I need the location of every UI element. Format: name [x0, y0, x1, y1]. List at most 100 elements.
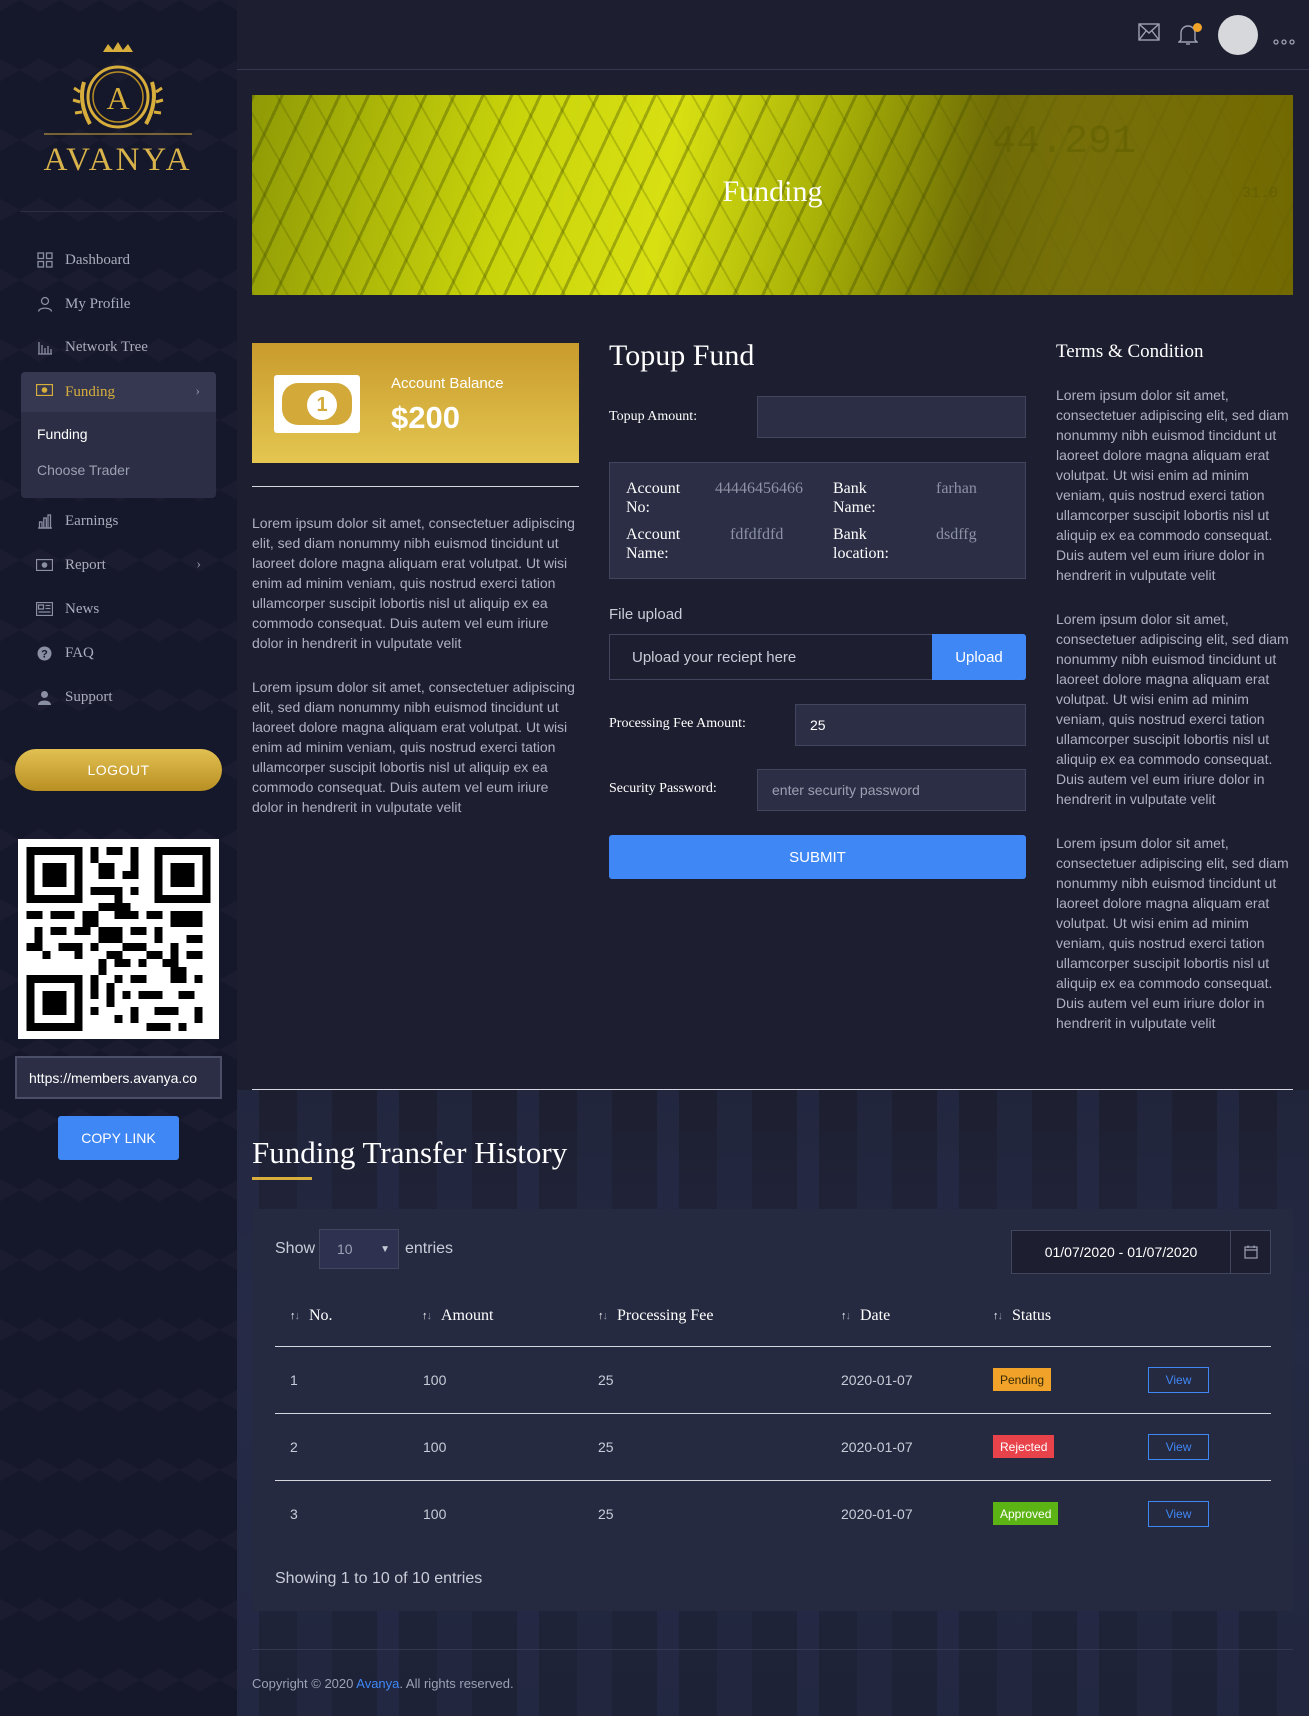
sidebar-item-label: FAQ	[65, 644, 94, 661]
bank-location-label: Bank location:	[833, 526, 889, 562]
status-badge-pending: Pending	[993, 1368, 1052, 1391]
topup-title: Topup Fund	[609, 339, 755, 372]
view-button[interactable]: View	[1148, 1434, 1209, 1460]
sort-icon: ↑↓	[598, 1310, 608, 1322]
banknote-icon: 1	[274, 375, 360, 433]
bank-details-box: Account No: 44446456466 Bank Name: farha…	[609, 462, 1026, 579]
sidebar-subitem-choose-trader[interactable]: Choose Trader	[37, 462, 130, 478]
account-balance-card: 1 Account Balance $200	[252, 343, 579, 463]
footer-copyright: Copyright © 2020	[252, 1676, 357, 1691]
sidebar-item-faq[interactable]: ? FAQ	[36, 642, 94, 664]
processing-fee-label: Processing Fee Amount:	[609, 716, 746, 731]
account-no-value: 44446456466	[715, 480, 803, 497]
sidebar-item-label: Support	[65, 688, 113, 705]
bank-name-value: farhan	[936, 480, 977, 497]
mail-icon[interactable]	[1138, 23, 1162, 47]
topup-amount-input[interactable]	[757, 396, 1026, 438]
user-icon	[36, 296, 53, 313]
logout-button[interactable]: LOGOUT	[15, 749, 222, 791]
cell-date: 2020-01-07	[841, 1439, 913, 1455]
sidebar-subitem-funding[interactable]: Funding	[37, 426, 88, 442]
cell-no: 3	[290, 1506, 298, 1522]
info-paragraph: Lorem ipsum dolor sit amet, consectetuer…	[252, 679, 575, 815]
security-password-input[interactable]: enter security password	[757, 769, 1026, 811]
terms-paragraph: Lorem ipsum dolor sit amet, consectetuer…	[1056, 387, 1289, 583]
topup-amount-label: Topup Amount:	[609, 409, 698, 424]
table-info: Showing 1 to 10 of 10 entries	[275, 1570, 483, 1587]
copy-link-button[interactable]: COPY LINK	[58, 1116, 179, 1160]
chevron-right-icon: ›	[196, 557, 201, 572]
column-header-no[interactable]: ↑↓ No.	[290, 1307, 333, 1325]
view-button[interactable]: View	[1148, 1367, 1209, 1393]
account-name-value: fdfdfdfd	[730, 526, 784, 543]
upload-button[interactable]: Upload	[932, 634, 1026, 680]
row-divider	[275, 1413, 1271, 1414]
qr-code-icon	[18, 839, 219, 1039]
info-paragraph: Lorem ipsum dolor sit amet, consectetuer…	[252, 515, 575, 651]
report-icon	[36, 557, 53, 574]
sidebar-item-label: My Profile	[65, 295, 131, 312]
logo-letter: A	[106, 80, 129, 116]
support-icon	[36, 689, 53, 706]
caret-down-icon: ▼	[380, 1243, 390, 1255]
sidebar-item-label: Dashboard	[65, 251, 130, 268]
terms-title: Terms & Condition	[1056, 341, 1204, 362]
footer-brand-link[interactable]: Avanya	[356, 1676, 399, 1691]
title-underline	[252, 1177, 312, 1180]
cell-no: 1	[290, 1372, 298, 1388]
banner-bg-number: 44.291	[992, 120, 1137, 165]
sidebar-item-dashboard[interactable]: Dashboard	[36, 249, 130, 271]
terms-paragraph: Lorem ipsum dolor sit amet, consectetuer…	[1056, 611, 1289, 807]
sidebar-item-network-tree[interactable]: Network Tree	[36, 336, 148, 358]
sidebar-item-news[interactable]: News	[36, 598, 99, 620]
sidebar-item-support[interactable]: Support	[36, 686, 113, 708]
divider	[252, 1089, 1293, 1090]
column-header-amount[interactable]: ↑↓ Amount	[422, 1307, 493, 1325]
sidebar: A AVANYA Dashboard My Profile Network Tr…	[0, 0, 237, 1716]
sidebar-divider	[20, 211, 223, 212]
sort-icon: ↑↓	[422, 1310, 432, 1322]
referral-link-field[interactable]: https://members.avanya.co	[15, 1056, 222, 1099]
column-header-processing-fee[interactable]: ↑↓ Processing Fee	[598, 1307, 713, 1325]
show-label: Show	[275, 1240, 316, 1257]
balance-value: $200	[391, 400, 460, 435]
sidebar-item-funding[interactable]: Funding ›	[21, 372, 216, 412]
column-header-date[interactable]: ↑↓ Date	[841, 1307, 890, 1325]
sidebar-item-report[interactable]: Report ›	[36, 554, 201, 576]
footer-divider	[252, 1649, 1293, 1650]
page-title: Funding	[722, 175, 823, 208]
bank-name-label: Bank Name:	[833, 480, 876, 516]
column-header-status[interactable]: ↑↓ Status	[993, 1307, 1051, 1325]
receipt-file-input[interactable]: Upload your reciept here	[609, 634, 933, 680]
sidebar-funding-group: Funding › Funding Choose Trader	[21, 372, 216, 498]
footer: Copyright © 2020 Avanya. All rights rese…	[252, 1676, 514, 1691]
brand-logo[interactable]: A AVANYA	[40, 42, 196, 182]
file-upload-label: File upload	[609, 606, 683, 623]
svg-text:?: ?	[41, 648, 48, 660]
security-password-label: Security Password:	[609, 781, 717, 796]
sidebar-item-label: Funding	[65, 383, 116, 400]
sidebar-item-earnings[interactable]: Earnings	[36, 510, 118, 532]
cell-amount: 100	[423, 1439, 447, 1455]
more-options-icon[interactable]	[1273, 32, 1297, 45]
page-banner: 44.291 31.0 Funding	[252, 95, 1293, 295]
sidebar-item-label: Report	[65, 556, 106, 573]
avatar[interactable]	[1218, 15, 1258, 55]
question-icon: ?	[36, 645, 53, 662]
entries-select-value: 10	[337, 1241, 353, 1257]
entries-select[interactable]: 10 ▼	[319, 1229, 399, 1269]
cell-no: 2	[290, 1439, 298, 1455]
newspaper-icon	[36, 601, 53, 618]
terms-paragraph: Lorem ipsum dolor sit amet, consectetuer…	[1056, 835, 1289, 1031]
date-range-input[interactable]: 01/07/2020 - 01/07/2020	[1011, 1230, 1231, 1274]
submit-button[interactable]: SUBMIT	[609, 835, 1026, 879]
calendar-button[interactable]	[1230, 1230, 1271, 1274]
sort-icon: ↑↓	[841, 1310, 851, 1322]
sidebar-item-my-profile[interactable]: My Profile	[36, 293, 130, 315]
processing-fee-input[interactable]: 25	[795, 704, 1026, 746]
view-button[interactable]: View	[1148, 1501, 1209, 1527]
bar-chart-icon	[36, 513, 53, 530]
referral-qr-code	[18, 839, 219, 1039]
account-name-label: Account Name:	[626, 526, 681, 562]
cell-fee: 25	[598, 1506, 614, 1522]
